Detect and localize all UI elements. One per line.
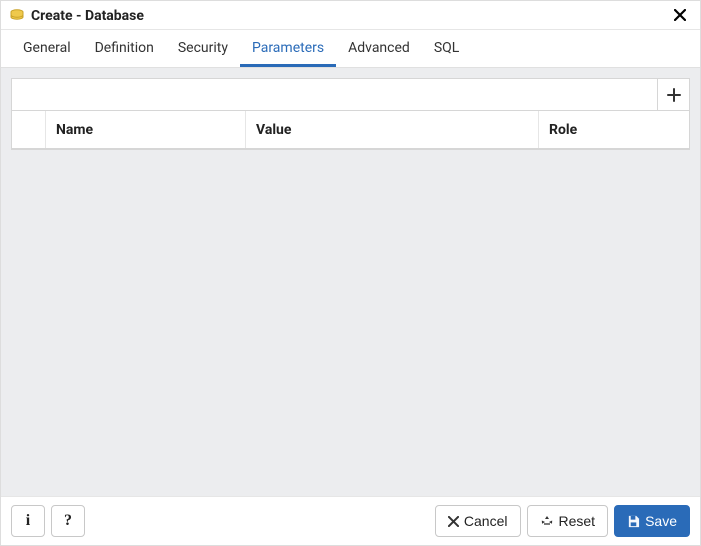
- content-area: Name Value Role: [1, 68, 700, 496]
- title-bar: Create - Database: [1, 1, 700, 30]
- footer-bar: i ? Cancel Reset Save: [1, 496, 700, 545]
- database-icon: [9, 9, 25, 23]
- recycle-icon: [540, 515, 554, 528]
- plus-icon: [667, 88, 681, 102]
- tab-sql[interactable]: SQL: [422, 30, 471, 67]
- cancel-label: Cancel: [464, 513, 508, 529]
- tab-parameters[interactable]: Parameters: [240, 30, 336, 67]
- window-title: Create - Database: [31, 8, 670, 24]
- column-header-value: Value: [246, 111, 539, 148]
- close-icon: [674, 9, 686, 21]
- parameters-panel: Name Value Role: [11, 78, 690, 150]
- reset-label: Reset: [559, 513, 596, 529]
- parameters-header-row: Name Value Role: [12, 111, 689, 149]
- info-icon: i: [26, 512, 30, 530]
- save-label: Save: [645, 513, 677, 529]
- help-button[interactable]: ?: [51, 505, 85, 537]
- tab-definition[interactable]: Definition: [83, 30, 166, 67]
- column-spacer: [12, 111, 46, 148]
- parameters-toolbar: [12, 79, 689, 111]
- column-header-name: Name: [46, 111, 246, 148]
- close-button[interactable]: [670, 7, 690, 25]
- reset-button[interactable]: Reset: [527, 505, 609, 537]
- tab-general[interactable]: General: [11, 30, 83, 67]
- add-parameter-button[interactable]: [657, 79, 689, 110]
- tab-security[interactable]: Security: [166, 30, 240, 67]
- save-button[interactable]: Save: [614, 505, 690, 537]
- save-icon: [627, 515, 640, 528]
- cancel-button[interactable]: Cancel: [435, 505, 521, 537]
- close-icon: [448, 516, 459, 527]
- question-icon: ?: [64, 512, 72, 530]
- tab-advanced[interactable]: Advanced: [336, 30, 422, 67]
- info-button[interactable]: i: [11, 505, 45, 537]
- tab-bar: General Definition Security Parameters A…: [1, 30, 700, 68]
- column-header-role: Role: [539, 111, 689, 148]
